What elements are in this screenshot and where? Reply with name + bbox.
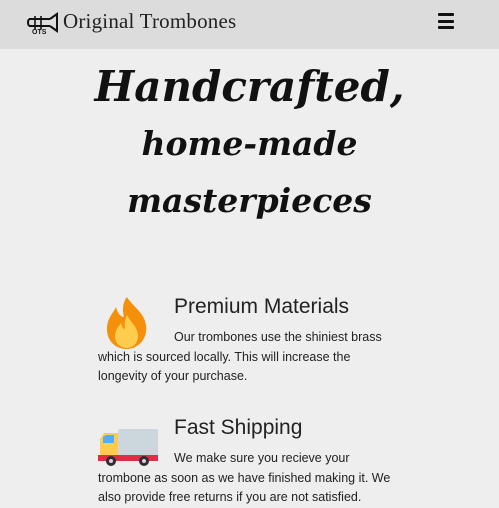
feature-title: Fast Shipping (174, 416, 303, 439)
brand-name[interactable]: Original Trombones (63, 9, 236, 34)
feature-text: We make sure you recieve your trombone a… (98, 451, 391, 504)
hero-heading: Handcrafted, home-made masterpieces (0, 58, 499, 229)
feature-text: Our trombones use the shiniest brass whi… (98, 330, 382, 383)
feature-title: Premium Materials (174, 295, 350, 318)
hamburger-menu-icon[interactable] (438, 13, 454, 29)
svg-text:OTS: OTS (32, 29, 47, 36)
trombone-logo-icon[interactable]: OTS (27, 10, 59, 36)
hero-line-2: home-made (141, 124, 358, 163)
hero-line-1: Handcrafted, (94, 62, 405, 111)
navbar: OTS Original Trombones (0, 0, 499, 49)
hero-line-3: masterpieces (127, 181, 372, 220)
